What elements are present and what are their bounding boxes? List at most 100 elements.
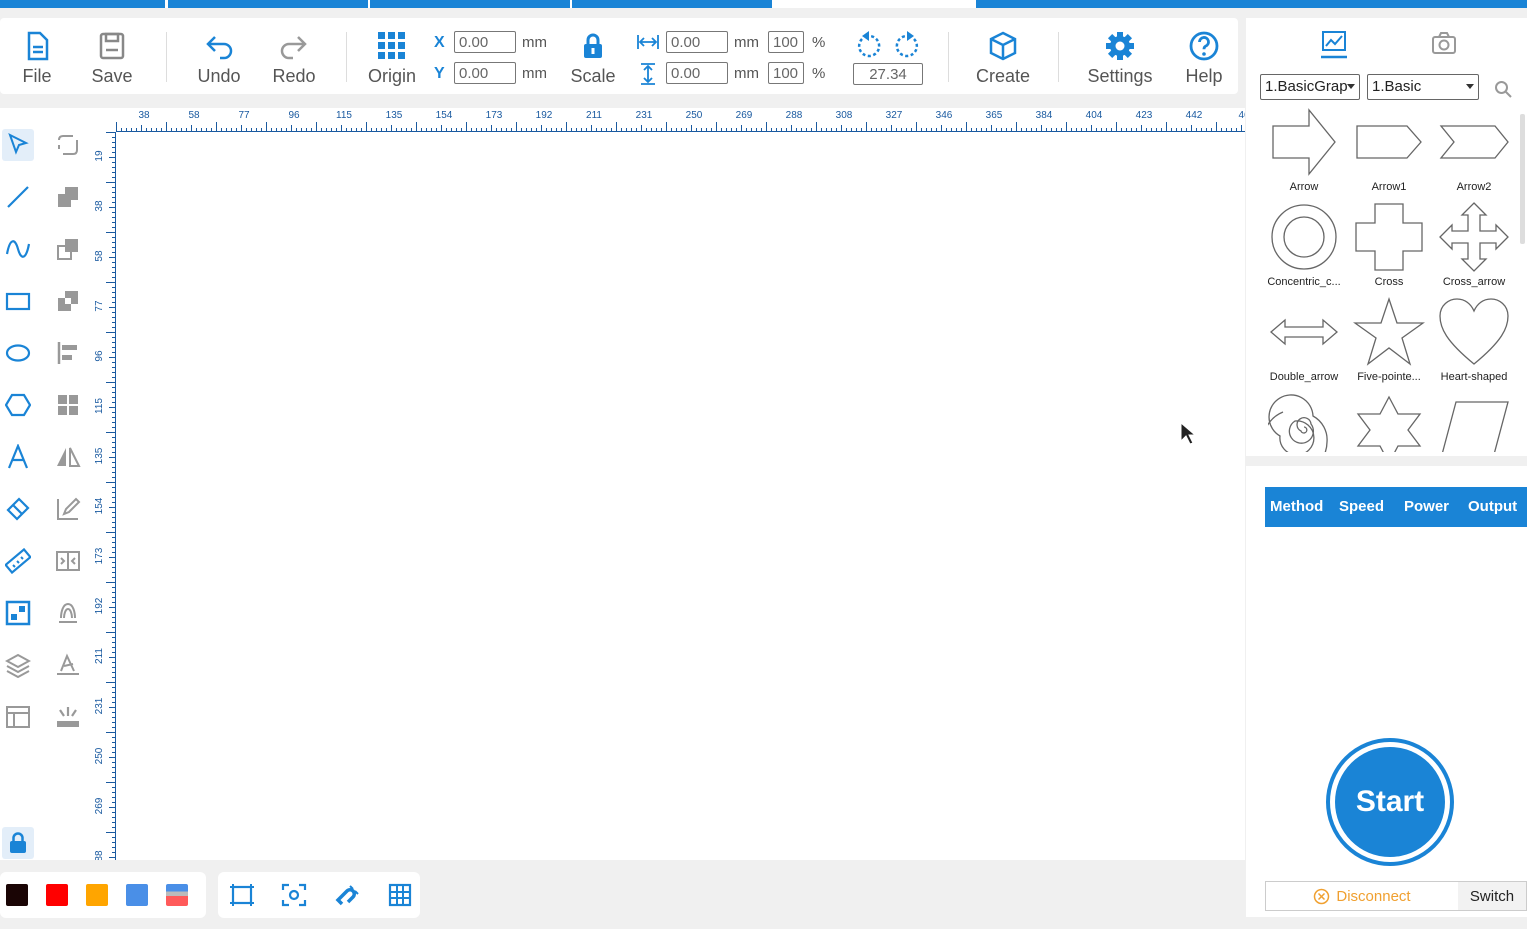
ruler-label: 365 (986, 110, 1003, 121)
parallelogram-shape-icon[interactable] (1438, 394, 1510, 452)
split-tool[interactable] (52, 545, 84, 577)
grid-toggle-button[interactable] (385, 881, 415, 909)
disconnect-button[interactable]: Disconnect (1266, 882, 1458, 910)
select-tool[interactable] (2, 129, 34, 161)
layers-tool[interactable] (2, 649, 34, 681)
rectangle-tool[interactable] (2, 285, 34, 317)
strip-tab-1[interactable] (0, 0, 165, 8)
six-pointed-star-shape-icon[interactable] (1353, 394, 1425, 452)
color-swatch-black[interactable] (6, 884, 28, 906)
canvas-lock-button[interactable] (2, 827, 34, 859)
align-tool[interactable] (52, 337, 84, 369)
eraser-tool[interactable] (2, 493, 34, 525)
shape-item-concentric-circle[interactable]: Concentric_c... (1262, 201, 1346, 288)
create-button[interactable]: Create (970, 18, 1036, 94)
color-swatch-orange[interactable] (86, 884, 108, 906)
mirror-tool[interactable] (52, 441, 84, 473)
laser-icon (57, 707, 79, 727)
boolean-union-tool[interactable] (52, 181, 84, 213)
rotation-input[interactable] (853, 63, 923, 85)
help-button[interactable]: Help (1180, 18, 1228, 94)
curve-icon (5, 240, 31, 258)
shape-item-double-arrow[interactable]: Double_arrow (1262, 296, 1346, 383)
curve-tool[interactable] (2, 233, 34, 265)
x-position-input[interactable] (454, 31, 516, 53)
save-button[interactable]: Save (86, 18, 138, 94)
height-percent-input[interactable] (768, 62, 804, 84)
width-input[interactable] (666, 31, 728, 53)
offset-tool[interactable] (52, 597, 84, 629)
origin-label: Origin (367, 66, 416, 86)
heart-shape-icon (1439, 298, 1509, 365)
ruler-label: 173 (486, 110, 503, 121)
shape-item-arrow2[interactable]: Arrow2 (1432, 106, 1516, 193)
strip-tab-6[interactable] (976, 0, 1527, 8)
height-input[interactable] (666, 62, 728, 84)
scale-lock-button[interactable]: Scale (566, 18, 620, 94)
shape-label: Five-pointe... (1357, 371, 1421, 383)
rotate-cw-icon[interactable] (892, 30, 922, 60)
rotate-ccw-icon[interactable] (854, 30, 884, 60)
shape-item-five-pointed-star[interactable]: Five-pointe... (1347, 296, 1431, 383)
vertical-ruler-scale: 19 38 58 77 96 115 135 154 173 192 211 231 250 269 88 (94, 132, 116, 860)
ruler-label: 115 (336, 110, 352, 121)
qr-code-tool[interactable] (2, 597, 34, 629)
shape-item-cross-arrow[interactable]: Cross_arrow (1432, 201, 1516, 288)
ellipse-tool[interactable] (2, 337, 34, 369)
edit-path-tool[interactable] (52, 493, 84, 525)
column-header-speed[interactable]: Speed (1339, 498, 1384, 515)
focus-selection-button[interactable] (279, 881, 309, 909)
ruler-label: 77 (238, 110, 250, 121)
color-swatch-red[interactable] (46, 884, 68, 906)
tab-camera[interactable] (1424, 24, 1464, 64)
width-percent-input[interactable] (768, 31, 804, 53)
spiral-shape-icon[interactable] (1268, 394, 1340, 452)
color-swatch-multi[interactable] (166, 884, 188, 906)
shape-item-heart[interactable]: Heart-shaped (1432, 296, 1516, 383)
shape-item-arrow[interactable]: Arrow (1262, 106, 1346, 193)
node-edit-tool[interactable] (52, 129, 84, 161)
line-tool[interactable] (2, 181, 34, 213)
cross-shape-icon (1355, 203, 1423, 271)
category-select[interactable]: 1.BasicGrap (1260, 74, 1360, 100)
settings-button[interactable]: Settings (1082, 18, 1158, 94)
horizontal-ruler-scale: 38 58 77 96 115 135 154 173 192 211 231 250 269 288 30… (116, 110, 1245, 132)
strip-tab-2[interactable] (168, 0, 368, 8)
boolean-intersect-tool[interactable] (52, 285, 84, 317)
fit-canvas-button[interactable] (227, 881, 257, 909)
column-header-power[interactable]: Power (1404, 498, 1449, 515)
y-position-input[interactable] (454, 62, 516, 84)
boolean-subtract-tool[interactable] (52, 233, 84, 265)
snap-magnet-button[interactable] (332, 881, 362, 909)
cube-icon (989, 31, 1017, 61)
undo-button[interactable]: Undo (192, 18, 246, 94)
column-header-method[interactable]: Method (1270, 498, 1323, 515)
tab-graphics-library[interactable] (1314, 24, 1354, 64)
polygon-tool[interactable] (2, 389, 34, 421)
start-button[interactable]: Start (1326, 738, 1454, 866)
layout-tool[interactable] (2, 701, 34, 733)
origin-button[interactable]: Origin (362, 18, 422, 94)
strip-tab-3[interactable] (370, 0, 570, 8)
height-unit: mm (734, 65, 759, 82)
shape-item-cross[interactable]: Cross (1347, 201, 1431, 288)
array-tool[interactable] (52, 389, 84, 421)
text-tool[interactable] (2, 441, 34, 473)
path-tool[interactable] (52, 649, 84, 681)
library-scrollbar[interactable] (1520, 114, 1525, 244)
subcategory-select[interactable]: 1.Basic (1367, 74, 1479, 100)
strip-tab-4[interactable] (572, 0, 772, 8)
redo-button[interactable]: Redo (266, 18, 322, 94)
shape-library-panel: 1.BasicGrap 1.Basic Arrow Arrow1 Arrow2 … (1246, 18, 1527, 456)
design-canvas[interactable] (92, 108, 1245, 860)
color-swatch-blue[interactable] (126, 884, 148, 906)
shape-item-arrow1[interactable]: Arrow1 (1347, 106, 1431, 193)
laser-preview-tool[interactable] (52, 701, 84, 733)
help-icon (1189, 31, 1219, 61)
measure-tool[interactable] (2, 545, 34, 577)
file-button[interactable]: File (12, 18, 62, 94)
column-header-output[interactable]: Output (1468, 498, 1517, 515)
search-icon[interactable] (1494, 80, 1512, 98)
align-left-icon (57, 342, 77, 364)
switch-button[interactable]: Switch (1458, 882, 1526, 910)
